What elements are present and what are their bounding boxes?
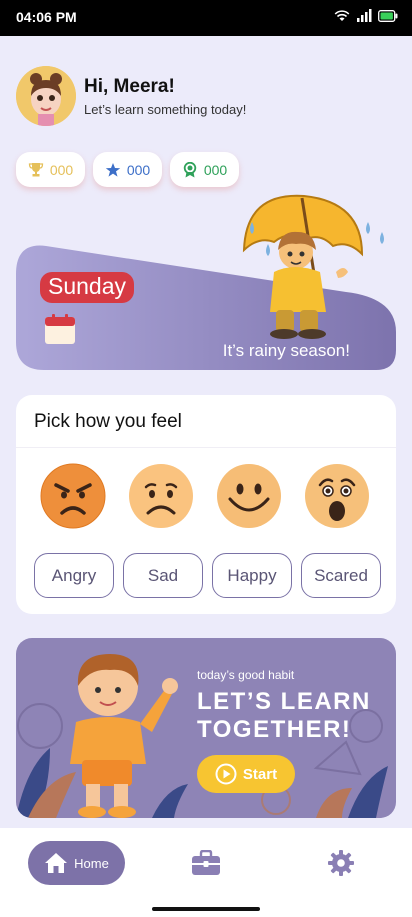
medal-count: 000 <box>203 161 228 178</box>
faces-row <box>40 463 370 529</box>
home-icon <box>45 853 68 873</box>
nav-home-button[interactable]: Home <box>28 841 125 885</box>
feelings-title: Pick how you feel <box>34 411 182 432</box>
trophy-count: 000 <box>49 161 74 178</box>
rainy-kid-illustration <box>234 192 394 344</box>
divider <box>16 447 396 448</box>
home-indicator <box>152 907 260 911</box>
mood-sad-button[interactable]: Sad <box>123 553 203 598</box>
happy-face-icon[interactable] <box>216 463 282 529</box>
day-badge: Sunday <box>40 272 135 303</box>
avatar[interactable] <box>16 66 76 126</box>
star-count-chip[interactable]: 000 <box>93 152 162 187</box>
girl-avatar-icon <box>16 66 76 126</box>
sad-face-icon[interactable] <box>128 463 194 529</box>
mood-buttons: Angry Sad Happy Scared <box>34 553 381 598</box>
start-button-label: Start <box>242 765 278 783</box>
greeting-subtitle: Let’s learn something today! <box>84 101 247 117</box>
stats-row: 000 000 000 <box>16 152 239 187</box>
wifi-icon <box>334 10 350 21</box>
gear-icon[interactable] <box>328 850 354 876</box>
feelings-card: Pick how you feel Angry Sad Happy Scared <box>16 395 396 614</box>
signal-icon <box>357 9 372 22</box>
bottom-navigation: Home <box>0 828 412 917</box>
habit-label: today’s good habit <box>197 668 295 682</box>
weather-message: It’s rainy season! <box>222 341 350 360</box>
calendar-icon <box>44 314 76 350</box>
mood-scared-button[interactable]: Scared <box>301 553 381 598</box>
scared-face-icon[interactable] <box>304 463 370 529</box>
briefcase-icon[interactable] <box>191 850 221 876</box>
play-icon <box>215 763 237 785</box>
waving-boy-illustration <box>70 654 178 818</box>
trophy-icon <box>28 162 43 176</box>
greeting: Hi, Meera! <box>84 75 175 97</box>
weather-card: Sunday It’s rainy season! <box>16 192 396 372</box>
star-icon <box>105 162 121 177</box>
trophy-count-chip[interactable]: 000 <box>16 152 85 187</box>
battery-icon <box>378 10 398 22</box>
medal-icon <box>183 161 197 177</box>
profile-header: Hi, Meera! Let’s learn something today! <box>16 66 246 126</box>
nav-home-label: Home <box>74 855 109 871</box>
habit-title: LET’S LEARN TOGETHER! <box>197 688 371 743</box>
star-count: 000 <box>126 161 151 178</box>
status-time: 04:06 PM <box>16 9 77 25</box>
start-button[interactable]: Start <box>197 755 295 793</box>
habit-card: today’s good habit LET’S LEARN TOGETHER!… <box>16 638 396 818</box>
mood-angry-button[interactable]: Angry <box>34 553 114 598</box>
medal-count-chip[interactable]: 000 <box>170 152 239 187</box>
angry-face-icon[interactable] <box>40 463 106 529</box>
mood-happy-button[interactable]: Happy <box>212 553 292 598</box>
status-bar: 04:06 PM <box>0 0 412 36</box>
